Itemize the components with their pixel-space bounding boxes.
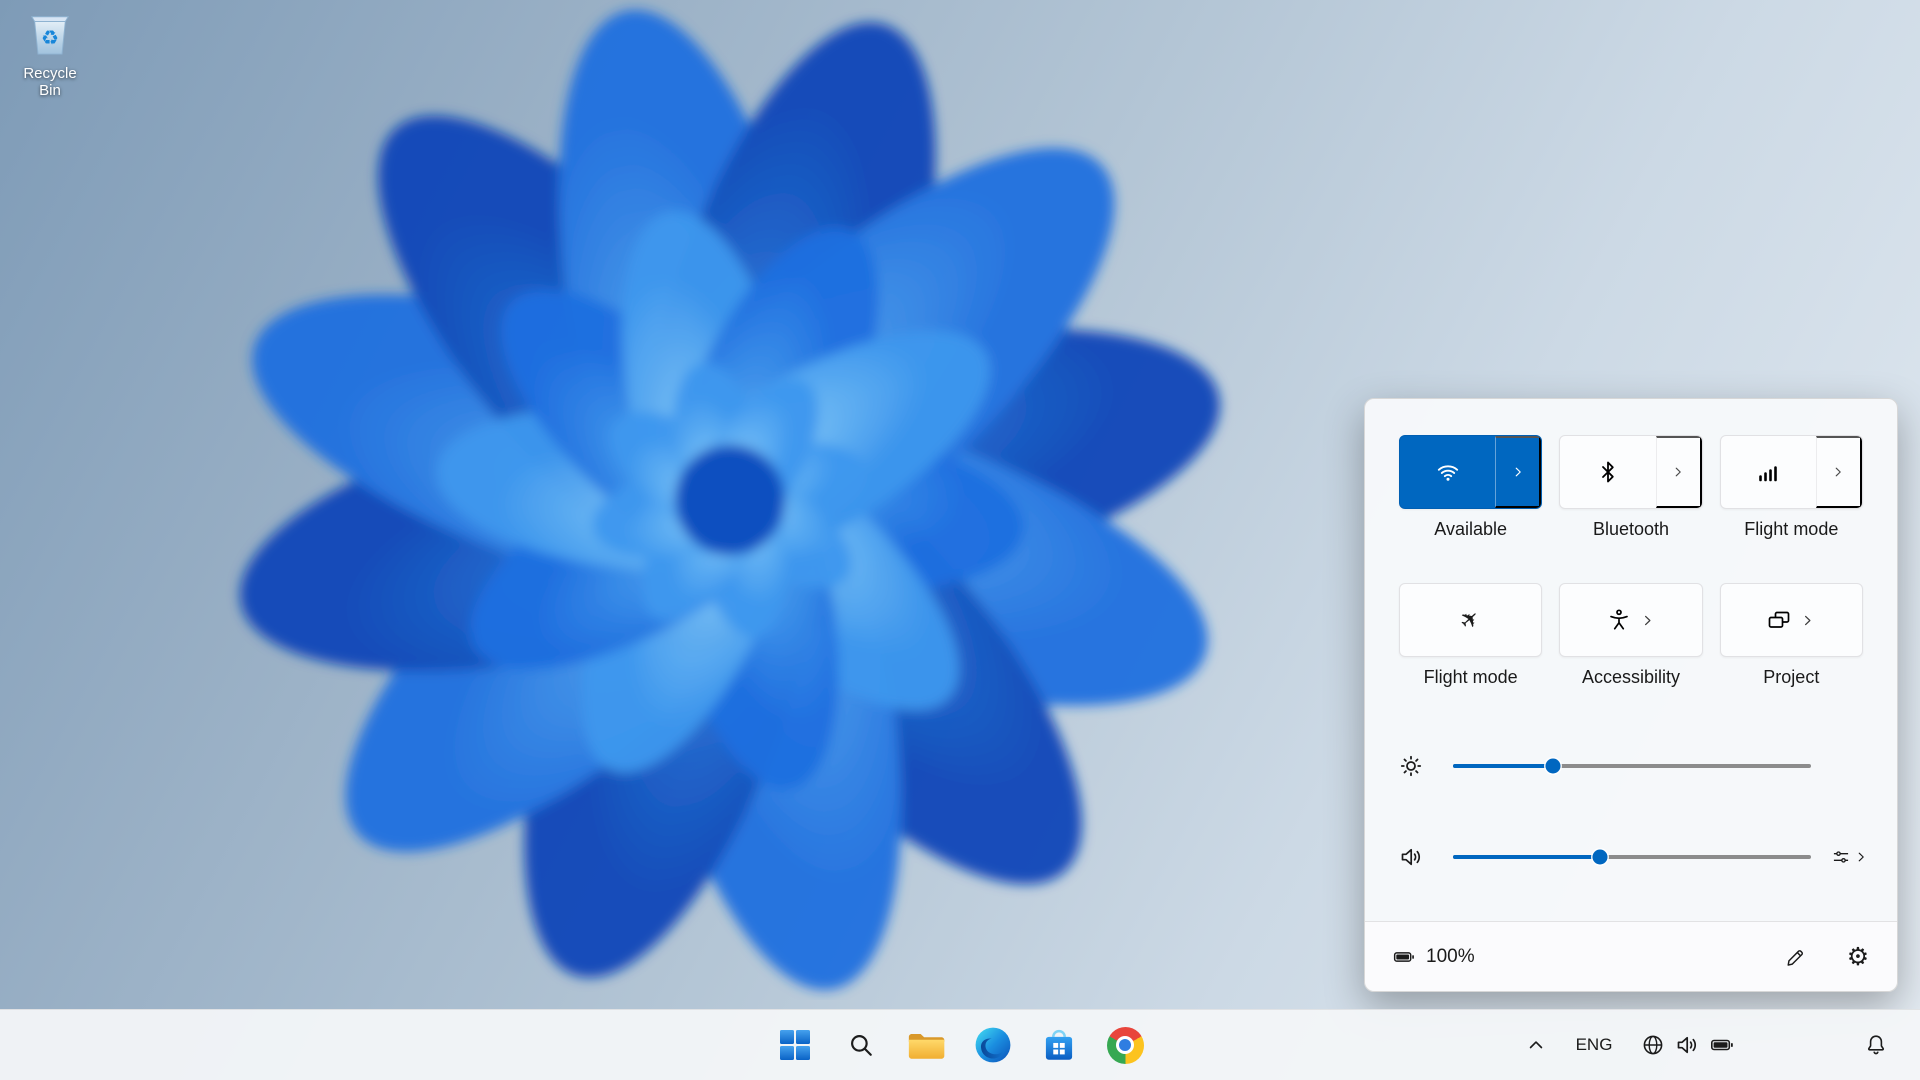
battery-percent-label: 100% <box>1426 946 1475 968</box>
speaker-icon <box>1675 1033 1699 1057</box>
battery-icon <box>1391 946 1417 968</box>
tile-label-wifi: Available <box>1399 519 1542 541</box>
airplane-icon: ✈ <box>1456 605 1486 635</box>
volume-output-button[interactable] <box>1821 839 1877 875</box>
chrome-button[interactable] <box>1105 1025 1145 1065</box>
recycle-bin-label: Recycle Bin <box>12 65 88 99</box>
chevron-right-icon <box>1640 613 1655 628</box>
audio-output-mixer-icon <box>1831 847 1851 867</box>
bell-icon <box>1864 1033 1888 1057</box>
tile-flight-mode: ✈ Flight mode <box>1399 583 1542 689</box>
volume-row <box>1365 835 1897 879</box>
notifications-button[interactable] <box>1856 1025 1896 1065</box>
windows-start-icon <box>780 1030 811 1061</box>
speaker-icon <box>1399 845 1423 869</box>
battery-icon <box>1709 1033 1735 1057</box>
pencil-icon <box>1785 946 1807 968</box>
tile-bluetooth: Bluetooth <box>1559 435 1702 541</box>
recycle-bin[interactable]: ♻ Recycle Bin <box>12 8 88 99</box>
wifi-expand-button[interactable] <box>1495 436 1541 508</box>
tile-label-project: Project <box>1720 667 1863 689</box>
gear-icon: ⚙ <box>1847 944 1869 969</box>
tile-wifi: Available <box>1399 435 1542 541</box>
bluetooth-expand-button[interactable] <box>1656 436 1702 508</box>
mobile-expand-button[interactable] <box>1816 436 1862 508</box>
file-explorer-button[interactable] <box>907 1025 947 1065</box>
folder-icon <box>907 1029 947 1062</box>
wifi-toggle-button[interactable] <box>1400 436 1495 508</box>
search-icon <box>848 1032 874 1058</box>
edge-button[interactable] <box>973 1025 1013 1065</box>
tile-label-flight-mode: Flight mode <box>1399 667 1542 689</box>
accessibility-button[interactable] <box>1559 583 1702 657</box>
quick-settings-panel: Available Bluetooth <box>1364 398 1898 992</box>
chevron-right-icon <box>1854 850 1868 864</box>
settings-button[interactable]: ⚙ <box>1839 938 1877 976</box>
search-button[interactable] <box>841 1025 881 1065</box>
recycle-glyph: ♻ <box>41 25 59 49</box>
volume-slider[interactable] <box>1453 855 1811 859</box>
accessibility-person-icon <box>1607 608 1631 632</box>
start-button[interactable] <box>775 1025 815 1065</box>
language-switcher[interactable]: ENG <box>1570 1025 1618 1065</box>
hidden-icons-button[interactable] <box>1518 1027 1554 1063</box>
recycle-bin-icon: ♻ <box>27 8 73 58</box>
bluetooth-icon <box>1596 460 1620 484</box>
chevron-right-icon <box>1800 613 1815 628</box>
wifi-icon <box>1436 460 1460 484</box>
wallpaper-bloom <box>30 0 1430 1000</box>
chrome-icon <box>1107 1027 1144 1064</box>
system-tray-button[interactable] <box>1632 1023 1744 1067</box>
tile-label-bluetooth: Bluetooth <box>1559 519 1702 541</box>
volume-slider-thumb[interactable] <box>1592 850 1607 865</box>
project-button[interactable] <box>1720 583 1863 657</box>
tile-label-mobile: Flight mode <box>1720 519 1863 541</box>
microsoft-store-button[interactable] <box>1039 1025 1079 1065</box>
chevron-right-icon <box>1831 465 1845 479</box>
quick-settings-footer: 100% ⚙ <box>1365 921 1897 991</box>
brightness-slider-thumb[interactable] <box>1546 759 1561 774</box>
chevron-up-icon <box>1526 1035 1546 1055</box>
chevron-right-icon <box>1671 465 1685 479</box>
brightness-slider[interactable] <box>1453 764 1811 768</box>
tile-project: Project <box>1720 583 1863 689</box>
quick-settings-tiles: Available Bluetooth <box>1399 435 1863 689</box>
network-globe-icon <box>1641 1033 1665 1057</box>
battery-status-button[interactable]: 100% <box>1391 946 1475 968</box>
chevron-right-icon <box>1511 465 1525 479</box>
store-bag-icon <box>1041 1026 1077 1064</box>
bluetooth-toggle-button[interactable] <box>1560 436 1655 508</box>
desktop[interactable]: ♻ Recycle Bin Available <box>0 0 1920 1080</box>
cellular-signal-icon <box>1756 460 1780 484</box>
flight-mode-toggle-button[interactable]: ✈ <box>1399 583 1542 657</box>
taskbar: ENG <box>0 1009 1920 1080</box>
taskbar-center-icons <box>775 1010 1145 1080</box>
edit-quick-settings-button[interactable] <box>1777 938 1815 976</box>
tile-mobile: Flight mode <box>1720 435 1863 541</box>
project-displays-icon <box>1767 608 1791 632</box>
mobile-toggle-button[interactable] <box>1721 436 1816 508</box>
tile-accessibility: Accessibility <box>1559 583 1702 689</box>
brightness-sun-icon <box>1399 754 1423 778</box>
brightness-row <box>1365 744 1897 788</box>
edge-icon <box>974 1026 1012 1064</box>
tile-label-accessibility: Accessibility <box>1559 667 1702 689</box>
